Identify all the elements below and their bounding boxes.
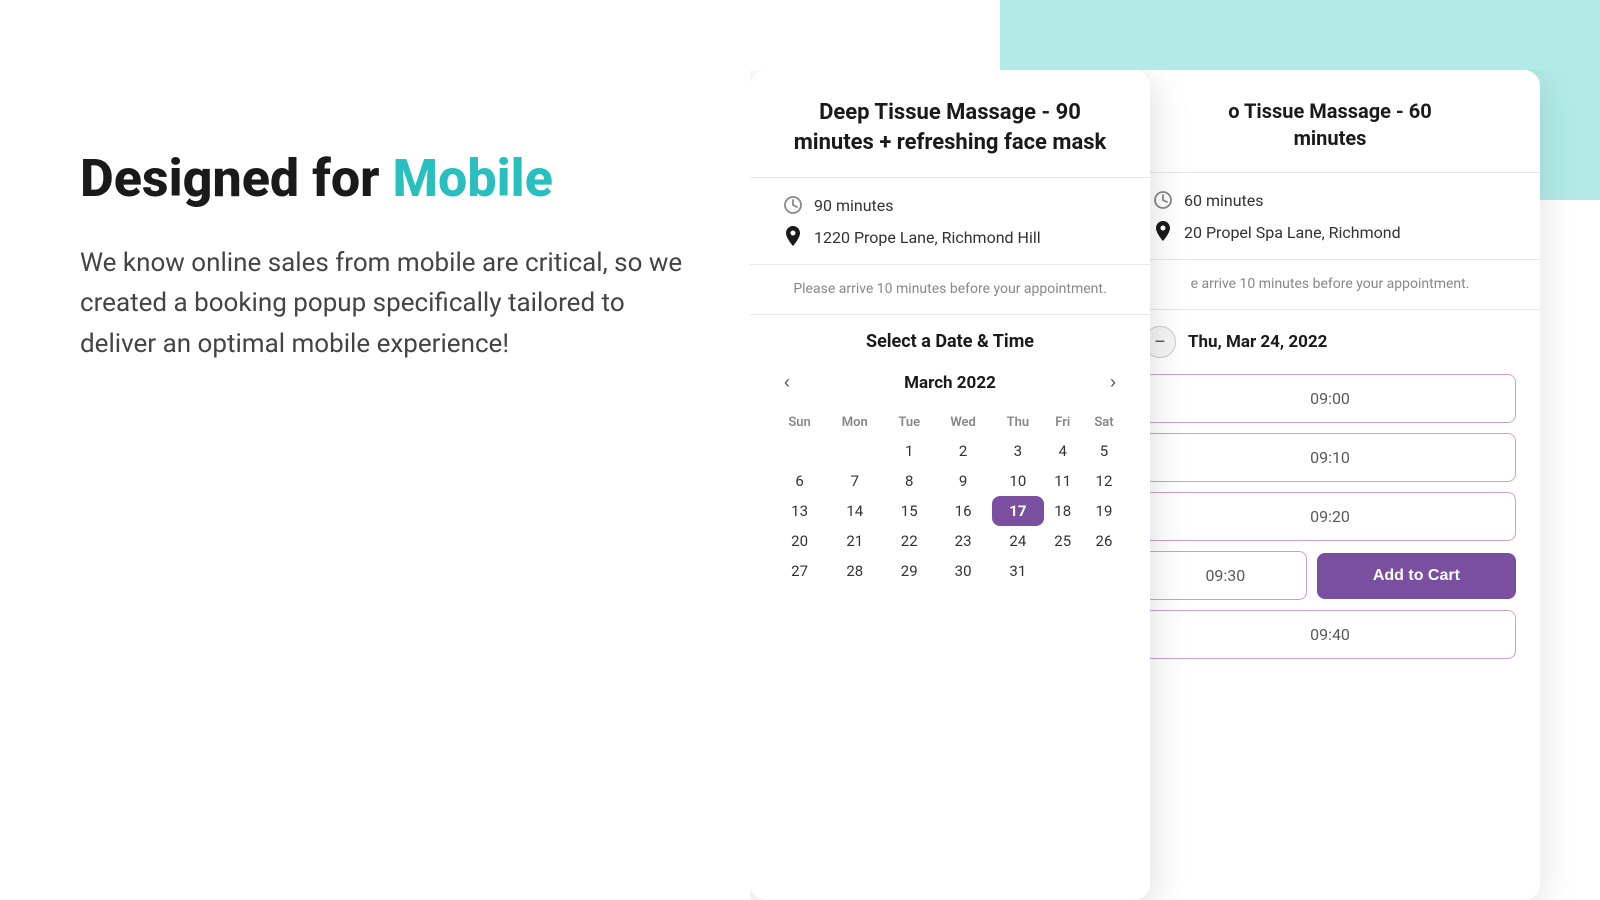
card2-clock-icon [1152, 189, 1174, 211]
calendar-day-27[interactable]: 27 [774, 556, 825, 586]
calendar-day-6[interactable]: 6 [774, 466, 825, 496]
calendar-day-22[interactable]: 22 [884, 526, 934, 556]
calendar-day-21[interactable]: 21 [825, 526, 884, 556]
description-text: We know online sales from mobile are cri… [80, 243, 700, 364]
calendar-day-17[interactable]: 17 [992, 496, 1043, 526]
day-header-sat: Sat [1082, 409, 1126, 436]
calendar-nav: ‹ March 2022 › [774, 368, 1126, 397]
calendar-day-8[interactable]: 8 [884, 466, 934, 496]
selected-date-label: Thu, Mar 24, 2022 [1188, 332, 1327, 352]
card1-duration-item: 90 minutes [782, 194, 1118, 216]
time-slot-row-0930: 09:30 Add to Cart [1144, 551, 1516, 600]
card1-arrival-note: Please arrive 10 minutes before your app… [750, 265, 1150, 315]
calendar-day-1[interactable]: 1 [884, 436, 934, 466]
calendar-day-9[interactable]: 9 [934, 466, 992, 496]
card1-location-item: 1220 Prope Lane, Richmond Hill [782, 226, 1118, 248]
card2-meta: 60 minutes 20 Propel Spa Lane, Richmond [1120, 173, 1540, 260]
card2-location-item: 20 Propel Spa Lane, Richmond [1152, 221, 1508, 243]
calendar-month-label: March 2022 [904, 373, 996, 393]
card1-header: Deep Tissue Massage - 90 minutes + refre… [750, 70, 1150, 178]
day-header-sun: Sun [774, 409, 825, 436]
date-time-section: – Thu, Mar 24, 2022 09:00 09:10 09:20 09… [1120, 310, 1540, 900]
booking-card-secondary: o Tissue Massage - 60minutes 60 minutes [1120, 70, 1540, 900]
calendar-day-16[interactable]: 16 [934, 496, 992, 526]
time-slot-0900[interactable]: 09:00 [1144, 374, 1516, 423]
card2-arrival-note: e arrive 10 minutes before your appointm… [1120, 260, 1540, 310]
calendar-day-4[interactable]: 4 [1044, 436, 1082, 466]
calendar-day-25[interactable]: 25 [1044, 526, 1082, 556]
time-slot-0920[interactable]: 09:20 [1144, 492, 1516, 541]
clock-icon [782, 194, 804, 216]
calendar-day-23[interactable]: 23 [934, 526, 992, 556]
add-to-cart-button[interactable]: Add to Cart [1317, 553, 1516, 599]
card1-meta: 90 minutes 1220 Prope Lane, Richmond Hil… [750, 178, 1150, 265]
calendar-day-15[interactable]: 15 [884, 496, 934, 526]
time-slot-0930[interactable]: 09:30 [1144, 551, 1307, 600]
card2-title-text: o Tissue Massage - 60minutes [1228, 99, 1431, 150]
time-slot-0910[interactable]: 09:10 [1144, 433, 1516, 482]
time-slots-list: 09:00 09:10 09:20 09:30 Add to Cart 09:4… [1144, 374, 1516, 659]
card2-duration-text: 60 minutes [1184, 191, 1264, 210]
calendar-day-5[interactable]: 5 [1082, 436, 1126, 466]
main-headline: Designed for Mobile [80, 150, 700, 207]
calendar-day-2[interactable]: 2 [934, 436, 992, 466]
calendar-day-3[interactable]: 3 [992, 436, 1043, 466]
date-header: – Thu, Mar 24, 2022 [1144, 326, 1516, 358]
calendar-day-18[interactable]: 18 [1044, 496, 1082, 526]
booking-card-primary: Deep Tissue Massage - 90 minutes + refre… [750, 70, 1150, 900]
day-header-thu: Thu [992, 409, 1043, 436]
calendar-day-14[interactable]: 14 [825, 496, 884, 526]
headline-text: Designed for [80, 148, 392, 209]
cards-area: Deep Tissue Massage - 90 minutes + refre… [750, 70, 1600, 900]
calendar-day-10[interactable]: 10 [992, 466, 1043, 496]
card2-location-text: 20 Propel Spa Lane, Richmond [1184, 223, 1401, 242]
calendar-day-11[interactable]: 11 [1044, 466, 1082, 496]
card2-location-icon [1152, 221, 1174, 243]
calendar-grid: Sun Mon Tue Wed Thu Fri Sat 123456789101… [774, 409, 1126, 586]
calendar-day-20[interactable]: 20 [774, 526, 825, 556]
calendar-day-29[interactable]: 29 [884, 556, 934, 586]
card2-duration-item: 60 minutes [1152, 189, 1508, 211]
card1-duration-text: 90 minutes [814, 196, 894, 215]
location-icon [782, 226, 804, 248]
calendar-day-19[interactable]: 19 [1082, 496, 1126, 526]
time-slot-0940[interactable]: 09:40 [1144, 610, 1516, 659]
calendar-day-31[interactable]: 31 [992, 556, 1043, 586]
calendar-day-24[interactable]: 24 [992, 526, 1043, 556]
calendar-day-12[interactable]: 12 [1082, 466, 1126, 496]
calendar-section: Select a Date & Time ‹ March 2022 › Sun … [750, 315, 1150, 900]
calendar-day-26[interactable]: 26 [1082, 526, 1126, 556]
card1-title: Deep Tissue Massage - 90 minutes + refre… [782, 98, 1118, 157]
calendar-prev-button[interactable]: ‹ [774, 368, 800, 397]
card1-location-text: 1220 Prope Lane, Richmond Hill [814, 228, 1041, 247]
calendar-section-title: Select a Date & Time [774, 331, 1126, 352]
calendar-day-13[interactable]: 13 [774, 496, 825, 526]
day-header-wed: Wed [934, 409, 992, 436]
day-header-tue: Tue [884, 409, 934, 436]
headline-mobile: Mobile [392, 148, 552, 209]
calendar-next-button[interactable]: › [1100, 368, 1126, 397]
card2-title: o Tissue Massage - 60minutes [1152, 98, 1508, 152]
day-header-fri: Fri [1044, 409, 1082, 436]
left-content-area: Designed for Mobile We know online sales… [80, 150, 700, 364]
calendar-day-30[interactable]: 30 [934, 556, 992, 586]
card2-header: o Tissue Massage - 60minutes [1120, 70, 1540, 173]
calendar-day-28[interactable]: 28 [825, 556, 884, 586]
day-header-mon: Mon [825, 409, 884, 436]
calendar-day-7[interactable]: 7 [825, 466, 884, 496]
